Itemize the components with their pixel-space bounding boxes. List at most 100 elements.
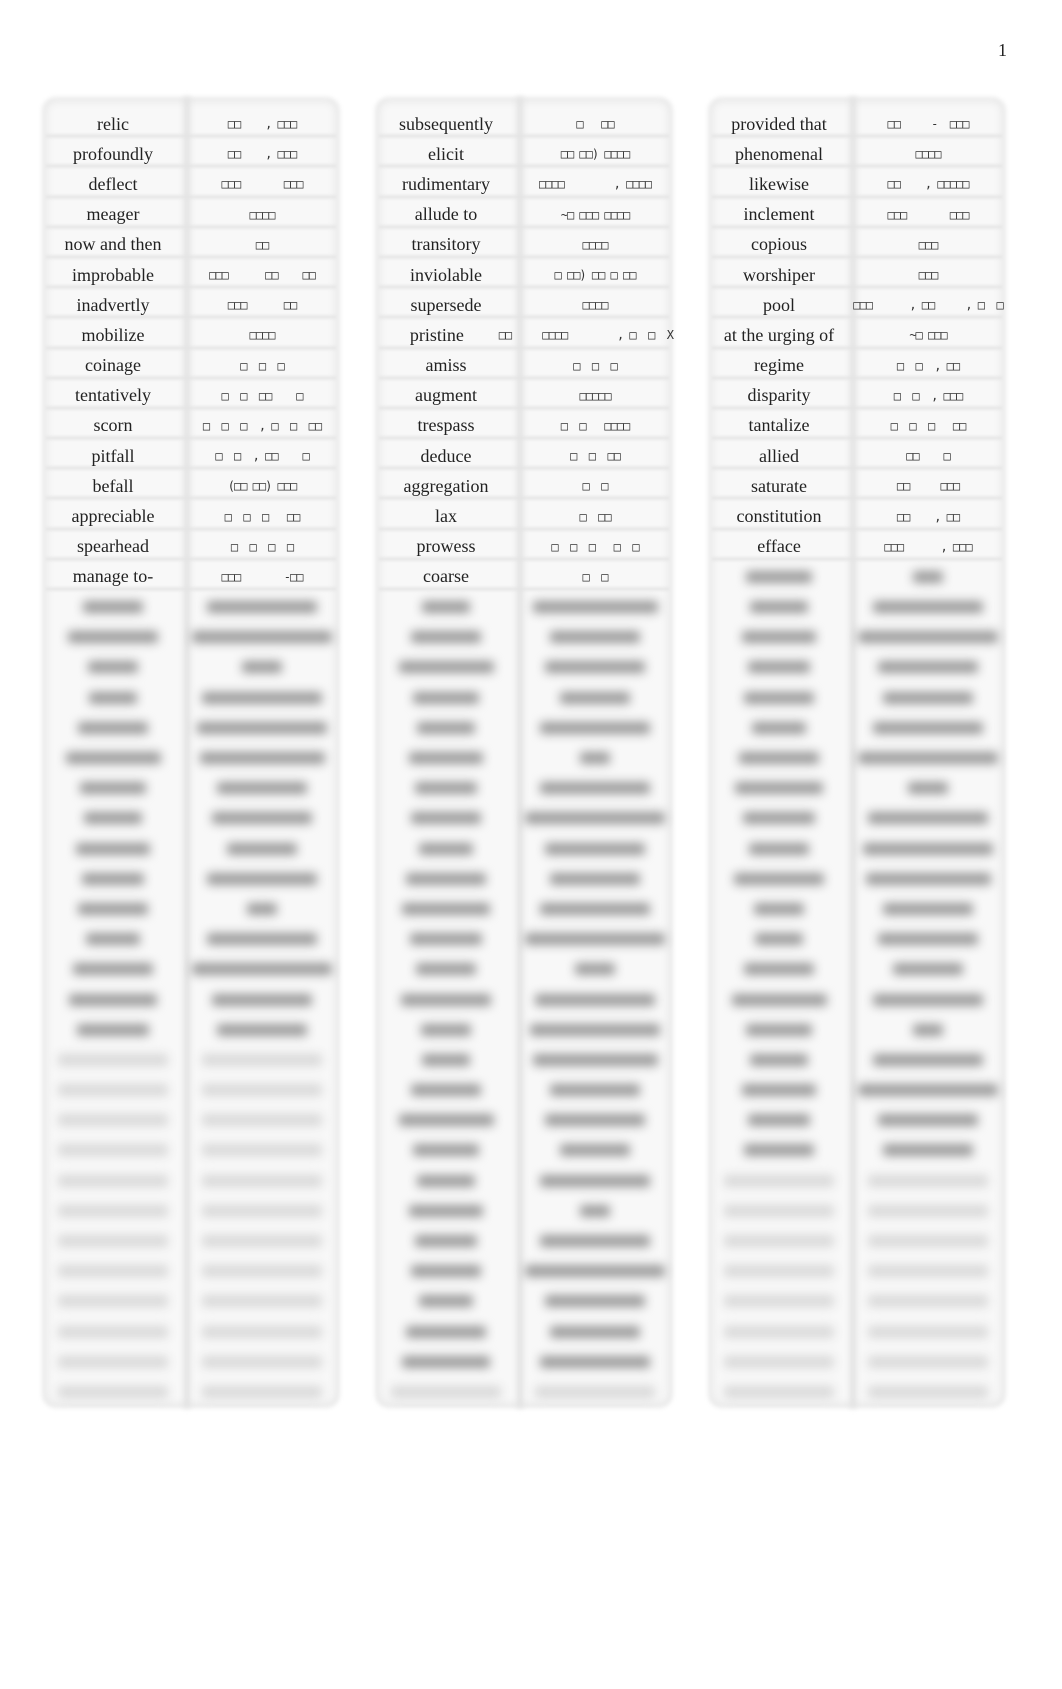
english-word: rudimentary — [402, 173, 490, 194]
english-word: transitory — [411, 234, 481, 255]
korean-meaning: ~□ □□□ — [909, 328, 947, 343]
blurred-row — [708, 1015, 1006, 1045]
korean-meaning: □□□ □□□ — [221, 177, 304, 192]
korean-meaning: □□ □ — [906, 449, 951, 464]
vocab-row: prowess □ □ □ □ □ — [375, 532, 673, 562]
korean-meaning: □ □ □ □□ — [224, 509, 301, 524]
blurred-preview-area — [708, 562, 1006, 1407]
empty-row — [708, 1347, 1006, 1377]
blurred-row — [708, 834, 1006, 864]
english-word: at the urging of — [723, 324, 835, 345]
vocab-row: phenomenal □□□□ — [708, 139, 1006, 169]
vocab-row: befall (□□ □□) □□□ — [42, 471, 340, 501]
korean-meaning: □□□ □□ — [227, 298, 297, 313]
vocab-row: rudimentary □□□□ , □□□□ — [375, 169, 673, 199]
empty-row — [42, 1075, 340, 1105]
vocab-table-1: relic □□ , □□□ profoundly □□ , □□□ deflect □□… — [42, 97, 340, 1408]
english-word: improbable — [72, 264, 154, 285]
blurred-row — [375, 1166, 673, 1196]
blurred-row — [42, 954, 340, 984]
blurred-row — [42, 773, 340, 803]
blurred-row — [708, 1045, 1006, 1075]
korean-meaning: □□□□ — [582, 237, 609, 252]
blurred-row — [42, 803, 340, 833]
empty-row — [42, 1377, 340, 1407]
vocab-row: now and then □□ — [42, 230, 340, 260]
blurred-row — [42, 1015, 340, 1045]
blurred-row — [375, 803, 673, 833]
blurred-row — [375, 1196, 673, 1226]
korean-meaning: □□ □□□□ , □ □ X — [498, 328, 674, 343]
empty-row — [42, 1347, 340, 1377]
vocab-row: likewise □□ , □□□□□ — [708, 169, 1006, 199]
blurred-row — [375, 622, 673, 652]
vocab-row: pristine □□ □□□□ , □ □ X — [375, 320, 674, 350]
korean-meaning: □ □ — [582, 569, 609, 584]
vocab-row: coarse □ □ — [375, 562, 673, 592]
blurred-row — [708, 954, 1006, 984]
blurred-row — [708, 743, 1006, 773]
vocab-row: inviolable □ □□) □□ □ □□ — [375, 260, 673, 290]
blurred-row — [375, 652, 673, 682]
korean-meaning: □□ □□□ — [896, 479, 960, 494]
blurred-row — [708, 984, 1006, 1014]
blurred-row — [375, 1226, 673, 1256]
korean-meaning: □□□□□ — [579, 388, 611, 403]
english-word: allied — [759, 445, 799, 466]
vocab-row: relic □□ , □□□ — [42, 109, 340, 139]
korean-meaning: ~□ □□□ □□□□ — [560, 207, 630, 222]
vocab-row: lax □ □□ — [375, 501, 673, 531]
korean-meaning: (□□ □□) □□□ — [227, 479, 297, 494]
vocab-row: elicit □□ □□) □□□□ — [375, 139, 673, 169]
blurred-row — [375, 954, 673, 984]
korean-meaning: □□ - □□□ — [887, 117, 970, 132]
blurred-row — [42, 743, 340, 773]
vocab-row: manage to- □□□ -□□ — [42, 562, 340, 592]
vocab-row: aggregation □ □ — [375, 471, 673, 501]
blurred-row — [375, 1045, 673, 1075]
empty-row — [42, 1196, 340, 1226]
blurred-row — [375, 1317, 673, 1347]
empty-row — [708, 1286, 1006, 1316]
vocab-row: profoundly □□ , □□□ — [42, 139, 340, 169]
korean-meaning: □ □ — [582, 479, 609, 494]
empty-row — [42, 1286, 340, 1316]
korean-meaning: □□□ , □□□ — [884, 539, 972, 554]
korean-meaning: □ □ , □□ — [896, 358, 960, 373]
korean-meaning: □□□□ — [582, 298, 609, 313]
vocab-row: appreciable □ □ □ □□ — [42, 501, 340, 531]
english-word: lax — [435, 506, 457, 527]
vocab-row: pool □□□ , □□ , □ □ — [708, 290, 1006, 320]
korean-meaning: □□□ -□□ — [221, 569, 304, 584]
english-word: mobilize — [81, 324, 145, 345]
english-word: scorn — [93, 415, 133, 436]
empty-row — [42, 1256, 340, 1286]
blurred-row — [708, 683, 1006, 713]
blurred-row — [708, 894, 1006, 924]
korean-meaning: □□ □□) □□□□ — [560, 147, 630, 162]
korean-meaning: □ □ □ — [573, 358, 618, 373]
english-word: inclement — [743, 204, 815, 225]
vocab-row: trespass □ □ □□□□ — [375, 411, 673, 441]
vocab-row: inadvertly □□□ □□ — [42, 290, 340, 320]
korean-meaning: □□ , □□□ — [227, 117, 297, 132]
empty-row — [42, 1317, 340, 1347]
blurred-row — [708, 562, 1006, 592]
blurred-row — [375, 713, 673, 743]
vocab-row: saturate □□ □□□ — [708, 471, 1006, 501]
korean-meaning: □□ — [255, 237, 269, 252]
blurred-preview-area — [375, 592, 673, 1407]
blurred-preview-area — [42, 592, 340, 1407]
blurred-row — [375, 894, 673, 924]
vocab-row: copious □□□ — [708, 230, 1006, 260]
korean-meaning: □ □ □ — [240, 358, 285, 373]
vocab-row: coinage □ □ □ — [42, 351, 340, 381]
empty-row — [708, 1317, 1006, 1347]
vocab-row: improbable □□□ □□ □□ — [42, 260, 340, 290]
korean-meaning: □□□ , □□ , □ □ — [853, 298, 1003, 313]
empty-row — [708, 1226, 1006, 1256]
blurred-row — [375, 683, 673, 713]
vocab-row: amiss □ □ □ — [375, 351, 673, 381]
english-word: inadvertly — [76, 294, 150, 315]
english-word: augment — [415, 385, 477, 406]
